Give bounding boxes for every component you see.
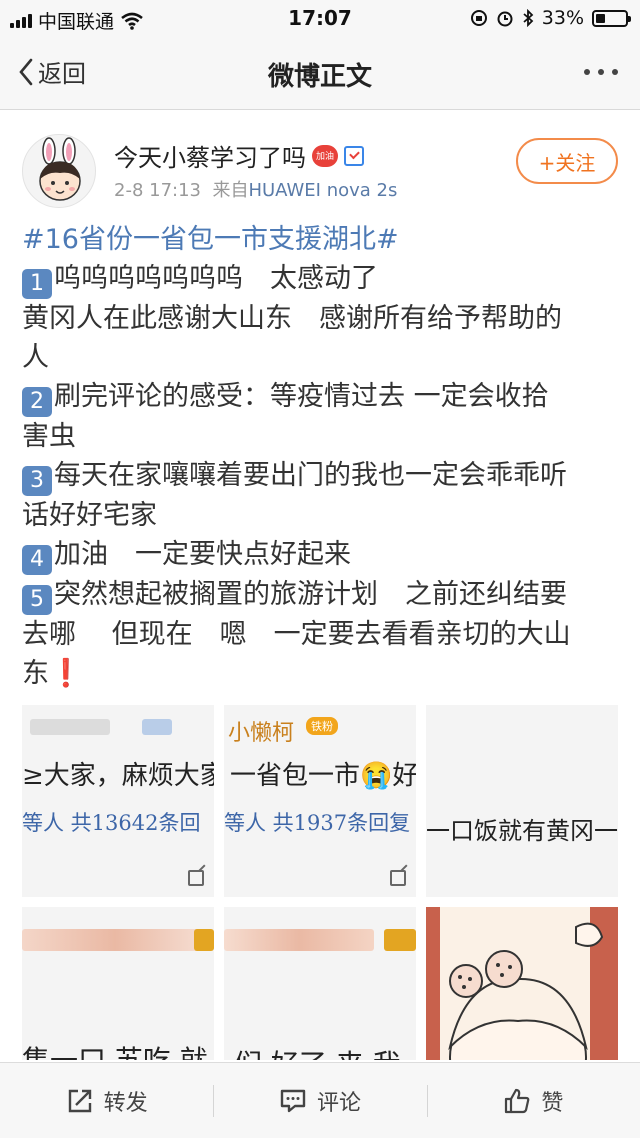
post-line: 话好好宅家 [22, 496, 622, 535]
weibo-post: 今天小蔡学习了吗 加油 2-8 17:13 来自HUAWEI nova 2s +… [0, 110, 640, 1060]
image-thumbnail[interactable]: 一口饭就有黄冈一 [426, 705, 618, 897]
more-button[interactable] [584, 69, 618, 75]
more-dot-icon [612, 69, 618, 75]
post-text: 人 [22, 342, 49, 373]
calendar-check-icon [344, 145, 364, 166]
screenshot-text-2: 等人 共13642条回 [22, 811, 201, 835]
bottom-toolbar: 转发 评论 赞 [0, 1062, 640, 1138]
external-link-icon [188, 870, 204, 886]
avatar-cartoon-icon [39, 137, 81, 201]
number-keycap-icon: 3 [22, 466, 52, 496]
post-text: 话好好宅家 [22, 500, 157, 531]
heart-badge-icon: 加油 [312, 144, 338, 167]
image-thumbnail[interactable] [426, 907, 618, 1060]
number-keycap-icon: 5 [22, 585, 52, 615]
number-keycap-icon: 2 [22, 387, 52, 417]
post-line: 3 每天在家嚷嚷着要出门的我也一定会乖乖听 [22, 456, 622, 496]
post-content: #16省份一省包一市支援湖北# 1 呜呜呜呜呜呜呜 太感动了黄冈人在此感谢大山东 感… [22, 220, 622, 693]
post-line: 5 突然想起被搁置的旅游计划 之前还纠结要 [22, 575, 622, 615]
post-line: 东❗ [22, 654, 622, 693]
page-title: 微博正文 [267, 62, 372, 92]
comment-button[interactable]: 评论 [213, 1063, 426, 1138]
repost-button[interactable]: 转发 [0, 1063, 213, 1138]
image-thumbnail[interactable]: 们 好了 来 我 [224, 907, 416, 1060]
battery-fill [596, 13, 605, 23]
like-button[interactable]: 赞 [426, 1063, 640, 1138]
post-line: 去哪 但现在 嗯 一定要去看看亲切的大山 [22, 615, 622, 654]
comment-label: 评论 [316, 1090, 361, 1116]
post-text: 去哪 但现在 嗯 一定要去看看亲切的大山 [22, 619, 571, 650]
post-line: 2 刷完评论的感受：等疫情过去 一定会收拾 [22, 377, 622, 417]
post-line[interactable]: #16省份一省包一市支援湖北# [22, 220, 622, 259]
thumbs-up-icon [505, 1088, 530, 1113]
image-thumbnail[interactable]: ≥大家，麻烦大家 等人 共13642条回 [22, 705, 214, 897]
repost-label: 转发 [103, 1090, 148, 1116]
rotation-lock-icon [470, 10, 487, 26]
follow-button[interactable]: +关注 [516, 138, 618, 184]
cartoon-illustration [440, 907, 604, 1060]
status-bar: 中国联通 17:07 33% [0, 0, 640, 36]
post-line: 害虫 [22, 417, 622, 456]
external-link-icon [390, 870, 406, 886]
post-line: 4 加油 一定要快点好起来 [22, 535, 622, 575]
battery-icon [592, 9, 631, 27]
exclamation-icon: ❗ [49, 658, 83, 689]
nav-bar: 返回 微博正文 [0, 36, 640, 110]
username[interactable]: 今天小蔡学习了吗 [114, 138, 306, 173]
post-meta: 2-8 17:13 来自HUAWEI nova 2s [114, 176, 397, 202]
post-text: 每天在家嚷嚷着要出门的我也一定会乖乖听 [54, 460, 567, 491]
post-text: 突然想起被搁置的旅游计划 之前还纠结要 [54, 579, 567, 610]
avatar[interactable] [22, 134, 96, 208]
share-icon [68, 1089, 91, 1112]
blurred-username [30, 719, 110, 735]
screenshot-user: 小懒柯 [228, 721, 295, 746]
like-label: 赞 [541, 1090, 564, 1116]
status-right: 33% [470, 7, 631, 29]
screenshot-text-2: 等人 共1937条回复 [224, 811, 411, 835]
post-text: 东 [22, 658, 49, 689]
blurred-username [22, 929, 208, 951]
post-text: 害虫 [22, 421, 76, 452]
number-keycap-icon: 4 [22, 545, 52, 575]
post-text: 黄冈人在此感谢大山东 感谢所有给予帮助的 [22, 303, 562, 334]
blurred-username [224, 929, 374, 951]
screenshot-text-1: 集一口 苏吃 就 [22, 1039, 208, 1060]
source-device: HUAWEI nova 2s [248, 180, 398, 201]
battery-percent: 33% [541, 7, 584, 29]
post-text: 呜呜呜呜呜呜呜 太感动了 [54, 263, 378, 294]
comment-icon [280, 1089, 306, 1112]
screenshot-text-1: 一省包一市😭好 [230, 761, 416, 791]
more-dot-icon [584, 69, 590, 75]
number-keycap-icon: 1 [22, 269, 52, 299]
post-date: 2-8 17:13 [114, 180, 201, 201]
image-thumbnail[interactable]: 小懒柯 铁粉 一省包一市😭好 等人 共1937条回复 [224, 705, 416, 897]
post-line: 人 [22, 338, 622, 377]
topic-link[interactable]: #16省份一省包一市支援湖北# [22, 224, 399, 255]
post-line: 1 呜呜呜呜呜呜呜 太感动了 [22, 259, 622, 299]
alarm-icon [497, 11, 513, 27]
username-row: 今天小蔡学习了吗 加油 [114, 138, 364, 173]
image-thumbnail[interactable]: 集一口 苏吃 就 [22, 907, 214, 1060]
blurred-badge [194, 929, 214, 951]
bluetooth-icon [523, 9, 534, 27]
screenshot-text-1: 们 好了 来 我 [234, 1043, 401, 1060]
screenshot-text-1: ≥大家，麻烦大家 [22, 761, 214, 791]
screenshot-text-1: 一口饭就有黄冈一 [426, 817, 618, 845]
blurred-badge [142, 719, 172, 735]
post-text: 刷完评论的感受：等疫情过去 一定会收拾 [54, 381, 549, 412]
source-prefix: 来自 [212, 180, 249, 201]
more-dot-icon [598, 69, 604, 75]
post-line: 黄冈人在此感谢大山东 感谢所有给予帮助的 [22, 299, 622, 338]
blurred-badge [384, 929, 416, 951]
fan-badge: 铁粉 [306, 717, 338, 735]
post-text: 加油 一定要快点好起来 [54, 539, 351, 570]
